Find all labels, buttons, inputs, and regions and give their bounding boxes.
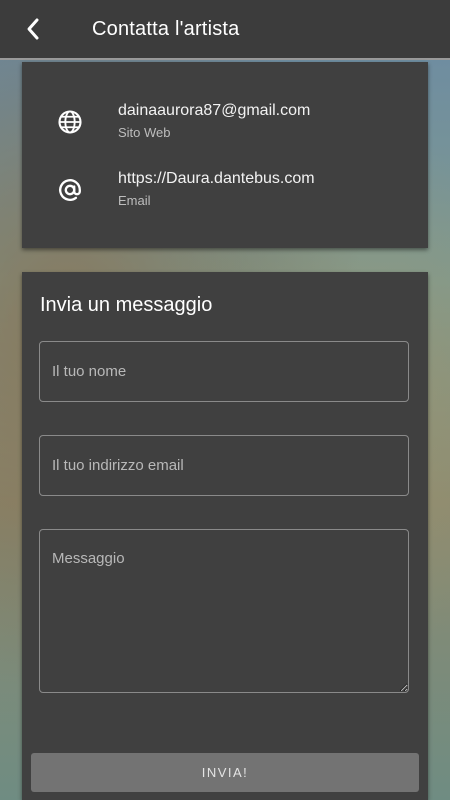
page-title: Contatta l'artista	[92, 17, 240, 40]
message-textarea[interactable]	[39, 529, 409, 693]
contact-info-card: dainaaurora87@gmail.com Sito Web https:/…	[22, 62, 428, 248]
email-input[interactable]	[39, 435, 409, 496]
app-header: Contatta l'artista	[0, 0, 450, 60]
name-input[interactable]	[39, 341, 409, 402]
contact-value: https://Daura.dantebus.com	[118, 170, 315, 187]
globe-icon	[58, 110, 82, 134]
submit-button[interactable]: INVIA!	[31, 753, 419, 792]
contact-row-website[interactable]: dainaaurora87@gmail.com Sito Web	[22, 102, 428, 150]
chevron-left-icon	[27, 18, 39, 40]
contact-row-email[interactable]: https://Daura.dantebus.com Email	[22, 170, 428, 218]
at-icon	[59, 179, 81, 201]
contact-label: Sito Web	[118, 125, 171, 140]
contact-label: Email	[118, 193, 151, 208]
back-button[interactable]	[0, 0, 66, 58]
message-form-card: Invia un messaggio	[22, 272, 428, 800]
contact-value: dainaaurora87@gmail.com	[118, 102, 311, 119]
form-title: Invia un messaggio	[40, 294, 213, 316]
